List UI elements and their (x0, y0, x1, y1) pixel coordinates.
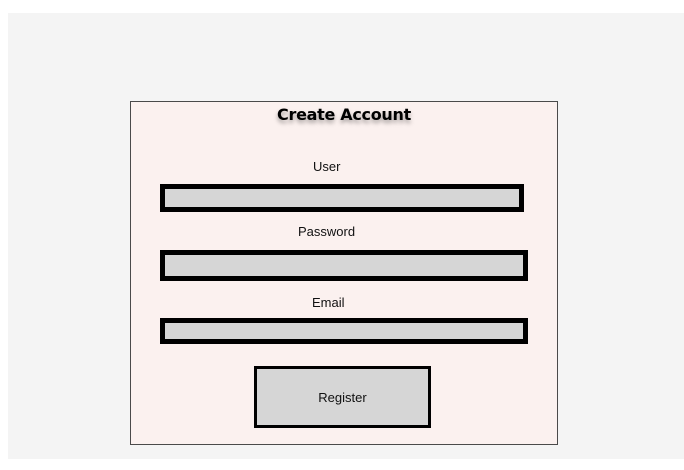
password-input[interactable] (160, 250, 528, 281)
form-title: Create Account (277, 105, 411, 124)
user-label: User (313, 159, 341, 174)
email-input[interactable] (160, 318, 528, 344)
email-label: Email (312, 295, 345, 310)
user-input[interactable] (160, 184, 524, 212)
register-button[interactable]: Register (254, 366, 431, 428)
password-label: Password (298, 224, 356, 239)
page-background: Create Account User Password Email Regis… (8, 13, 684, 459)
create-account-card: Create Account User Password Email Regis… (130, 101, 558, 445)
